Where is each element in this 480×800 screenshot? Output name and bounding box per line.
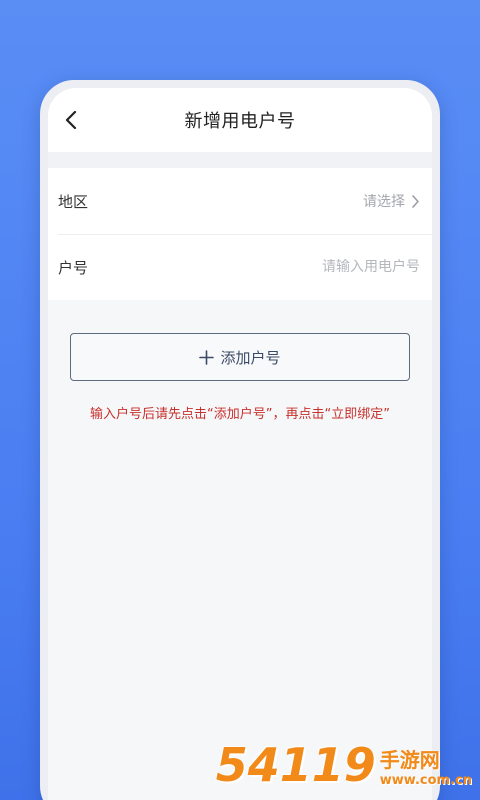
back-button[interactable] bbox=[54, 102, 90, 138]
region-label: 地区 bbox=[58, 192, 89, 211]
content-area: 添加户号 输入户号后请先点击“添加户号”，再点击“立即绑定” bbox=[48, 300, 432, 422]
add-account-label: 添加户号 bbox=[220, 348, 281, 367]
site-watermark: 54119 手游网 www.com.cn bbox=[216, 742, 472, 788]
instruction-hint: 输入户号后请先点击“添加户号”，再点击“立即绑定” bbox=[90, 407, 390, 422]
page-title: 新增用电户号 bbox=[184, 111, 296, 132]
form-card: 地区 请选择 户号 bbox=[48, 168, 432, 300]
app-screen: 新增用电户号 地区 请选择 户号 请输入用电户号 添加户号 输入户号后请先点击“… bbox=[48, 88, 432, 800]
watermark-number: 54119 bbox=[215, 738, 376, 792]
watermark-domain: www.com.cn bbox=[379, 773, 472, 788]
plus-icon bbox=[199, 349, 215, 365]
account-row: 户号 bbox=[48, 234, 432, 300]
region-value: 请选择 bbox=[363, 194, 405, 210]
chevron-right-icon bbox=[412, 194, 419, 208]
watermark-text: 手游网 www.com.cn bbox=[380, 744, 472, 788]
watermark-site-name: 手游网 bbox=[379, 748, 440, 772]
section-gap bbox=[48, 152, 432, 168]
phone-frame: 新增用电户号 地区 请选择 户号 请输入用电户号 添加户号 输入户号后请先点击“… bbox=[40, 80, 440, 800]
add-account-button[interactable]: 添加户号 bbox=[70, 333, 410, 381]
account-label: 户号 bbox=[58, 258, 89, 277]
chevron-left-icon bbox=[65, 110, 77, 130]
account-number-input[interactable] bbox=[220, 259, 420, 275]
region-selector[interactable]: 请选择 bbox=[363, 191, 420, 211]
region-row[interactable]: 地区 请选择 bbox=[48, 168, 432, 234]
navbar: 新增用电户号 bbox=[48, 88, 432, 152]
